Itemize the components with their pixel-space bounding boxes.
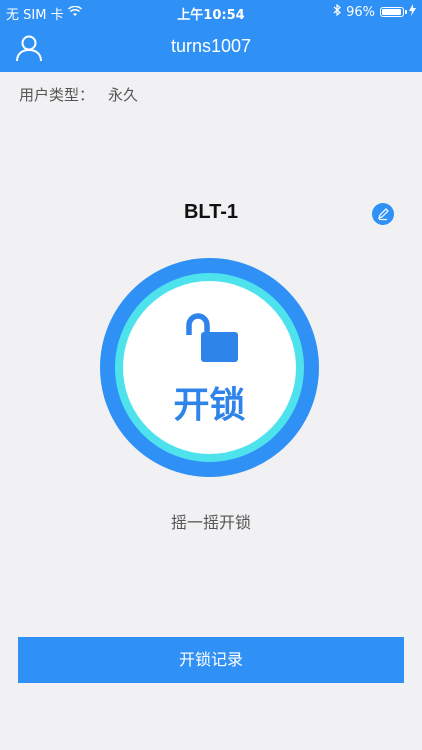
unlocked-padlock-icon xyxy=(183,311,243,366)
device-name: BLT-1 xyxy=(183,201,239,223)
status-right: 96% xyxy=(333,3,416,20)
unlock-record-button[interactable]: 开锁记录 xyxy=(18,637,404,683)
battery-percent: 96% xyxy=(346,4,375,20)
user-type-row: 用户类型： 永久 xyxy=(19,84,138,105)
shake-hint: 摇一摇开锁 xyxy=(170,513,251,532)
bluetooth-icon xyxy=(333,3,342,20)
unlock-label: 开锁 xyxy=(173,385,246,426)
user-type-label: 用户类型： xyxy=(19,86,95,104)
battery-icon xyxy=(380,7,407,17)
user-type-value: 永久 xyxy=(108,86,139,104)
unlock-inner: 开锁 xyxy=(123,281,296,454)
status-bar: 无 SIM 卡 上午10:54 96% xyxy=(0,0,422,24)
edit-pencil-icon[interactable] xyxy=(372,203,394,225)
unlock-ring: 开锁 xyxy=(115,273,304,462)
page-title: turns1007 xyxy=(170,36,252,56)
charging-icon xyxy=(409,4,416,20)
battery-fill xyxy=(382,9,402,15)
unlock-button[interactable]: 开锁 xyxy=(100,258,319,477)
nav-bar: turns1007 xyxy=(0,24,422,72)
